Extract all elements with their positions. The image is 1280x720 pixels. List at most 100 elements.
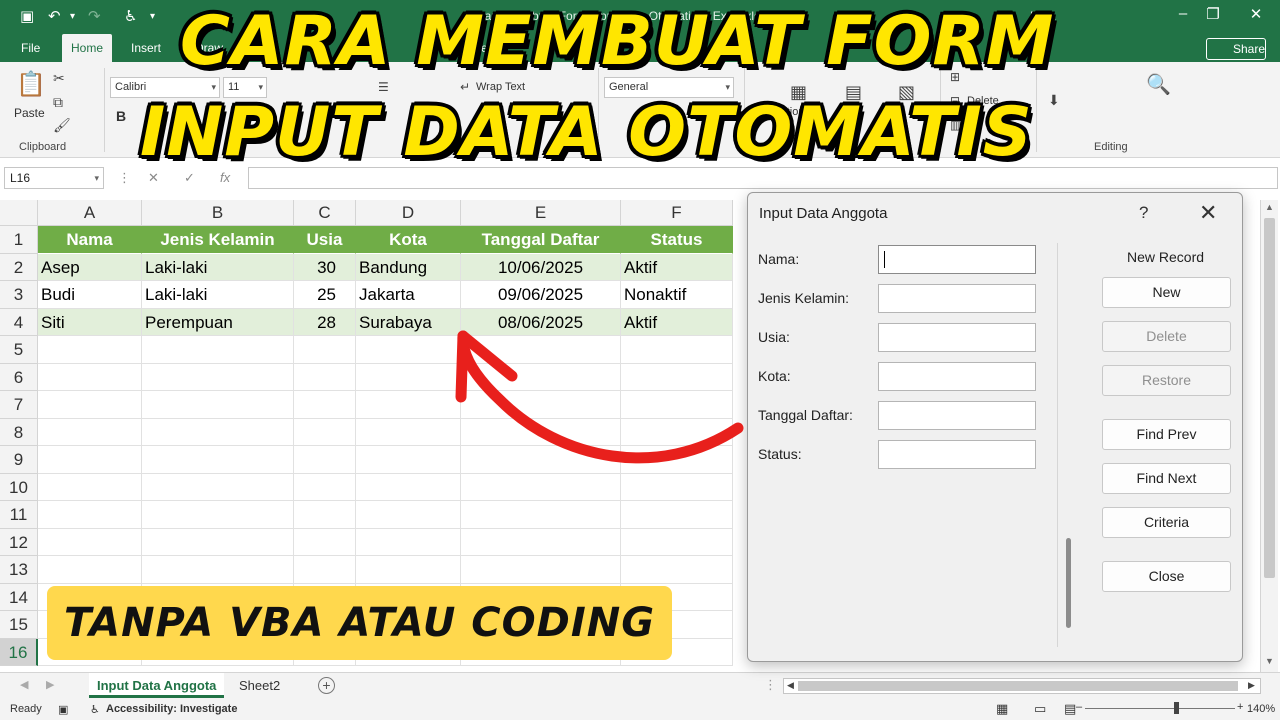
empty-cell[interactable] <box>621 446 733 474</box>
empty-cell[interactable] <box>621 363 733 391</box>
column-header-d[interactable]: D <box>356 200 461 226</box>
cancel-icon[interactable]: ✕ <box>148 170 159 186</box>
empty-cell[interactable] <box>356 336 461 364</box>
zoom-in-icon[interactable]: + <box>1237 701 1243 713</box>
empty-cell[interactable] <box>461 528 621 556</box>
customize-toolbar-icon[interactable]: ▾ <box>150 11 155 22</box>
empty-cell[interactable] <box>38 363 142 391</box>
row-header-14[interactable]: 14 <box>0 583 38 611</box>
add-sheet-icon[interactable]: + <box>318 677 335 694</box>
row-header-11[interactable]: 11 <box>0 501 38 529</box>
delete-button[interactable]: Delete <box>1102 321 1231 352</box>
empty-cell[interactable] <box>621 418 733 446</box>
column-header-e[interactable]: E <box>461 200 621 226</box>
share-button[interactable]: Share <box>1206 38 1266 60</box>
table-cell[interactable]: 25 <box>294 281 356 309</box>
scroll-down-icon[interactable]: ▼ <box>1265 656 1274 666</box>
empty-cell[interactable] <box>461 336 621 364</box>
tab-insert[interactable]: Insert <box>122 34 170 62</box>
redo-icon[interactable]: ↷ <box>88 7 101 25</box>
field-input-tanggal-daftar[interactable] <box>878 401 1036 430</box>
wrap-text-icon[interactable]: ↵ <box>460 80 470 94</box>
close-icon[interactable]: ✕ <box>1199 200 1217 226</box>
cut-icon[interactable]: ✂ <box>53 70 65 87</box>
table-cell[interactable]: Laki-laki <box>142 253 294 281</box>
wrap-text-button[interactable]: Wrap Text <box>476 81 525 93</box>
empty-cell[interactable] <box>356 473 461 501</box>
empty-cell[interactable] <box>461 501 621 529</box>
empty-cell[interactable] <box>294 473 356 501</box>
empty-cell[interactable] <box>142 556 294 584</box>
find-next-button[interactable]: Find Next <box>1102 463 1231 494</box>
empty-cell[interactable] <box>356 363 461 391</box>
table-cell[interactable]: Asep <box>38 253 142 281</box>
save-icon[interactable]: ▣ <box>20 7 34 25</box>
vertical-scroll-thumb[interactable] <box>1264 218 1275 578</box>
scroll-up-icon[interactable]: ▲ <box>1265 202 1274 212</box>
empty-cell[interactable] <box>142 336 294 364</box>
restore-button[interactable]: Restore <box>1102 365 1231 396</box>
empty-cell[interactable] <box>621 556 733 584</box>
empty-cell[interactable] <box>621 391 733 419</box>
empty-cell[interactable] <box>142 418 294 446</box>
insert-function-icon[interactable]: fx <box>220 170 230 185</box>
empty-cell[interactable] <box>142 501 294 529</box>
accessibility-status[interactable]: Accessibility: Investigate <box>106 703 237 715</box>
format-painter-icon[interactable]: 🖌 <box>53 117 71 134</box>
close-button[interactable]: Close <box>1102 561 1231 592</box>
horizontal-scrollbar[interactable]: ◀ ▶ <box>783 678 1261 694</box>
field-input-jenis-kelamin[interactable] <box>878 284 1036 313</box>
table-cell[interactable]: 28 <box>294 308 356 336</box>
empty-cell[interactable] <box>461 473 621 501</box>
empty-cell[interactable] <box>38 336 142 364</box>
empty-cell[interactable] <box>142 363 294 391</box>
empty-cell[interactable] <box>356 418 461 446</box>
empty-cell[interactable] <box>356 391 461 419</box>
table-header-cell[interactable]: Kota <box>356 226 461 254</box>
undo-dropdown-icon[interactable]: ▾ <box>70 11 75 22</box>
empty-cell[interactable] <box>294 446 356 474</box>
empty-cell[interactable] <box>461 556 621 584</box>
column-header-a[interactable]: A <box>38 200 142 226</box>
row-header-10[interactable]: 10 <box>0 473 38 501</box>
new-button[interactable]: New <box>1102 277 1231 308</box>
page-break-view-icon[interactable]: ▤ <box>1064 701 1076 717</box>
record-scrollbar[interactable] <box>1066 538 1071 628</box>
table-cell[interactable]: 10/06/2025 <box>461 253 621 281</box>
row-header-7[interactable]: 7 <box>0 391 38 419</box>
table-cell[interactable]: Surabaya <box>356 308 461 336</box>
row-header-5[interactable]: 5 <box>0 336 38 364</box>
table-cell[interactable]: Jakarta <box>356 281 461 309</box>
field-input-usia[interactable] <box>878 323 1036 352</box>
sheet-tab-sheet2[interactable]: Sheet2 <box>231 673 288 698</box>
empty-cell[interactable] <box>294 363 356 391</box>
tab-home[interactable]: Home <box>62 34 113 62</box>
row-header-4[interactable]: 4 <box>0 308 38 336</box>
accessibility-status-icon[interactable]: ♿ <box>90 703 100 716</box>
table-cell[interactable]: Budi <box>38 281 142 309</box>
row-header-1[interactable]: 1 <box>0 226 38 254</box>
row-header-3[interactable]: 3 <box>0 281 38 309</box>
empty-cell[interactable] <box>38 418 142 446</box>
copy-icon[interactable]: ⧉ <box>53 94 63 111</box>
table-cell[interactable]: 08/06/2025 <box>461 308 621 336</box>
row-header-12[interactable]: 12 <box>0 528 38 556</box>
table-cell[interactable]: 09/06/2025 <box>461 281 621 309</box>
column-header-b[interactable]: B <box>142 200 294 226</box>
undo-icon[interactable]: ↶ <box>48 7 61 25</box>
empty-cell[interactable] <box>294 418 356 446</box>
empty-cell[interactable] <box>294 391 356 419</box>
empty-cell[interactable] <box>142 391 294 419</box>
table-cell[interactable]: Aktif <box>621 308 733 336</box>
empty-cell[interactable] <box>621 501 733 529</box>
vertical-scrollbar[interactable]: ▲ ▼ <box>1260 200 1278 672</box>
zoom-slider[interactable] <box>1085 708 1235 709</box>
paste-label[interactable]: Paste <box>14 106 45 120</box>
table-cell[interactable]: 30 <box>294 253 356 281</box>
field-input-nama[interactable] <box>878 245 1036 274</box>
empty-cell[interactable] <box>294 556 356 584</box>
table-cell[interactable]: Nonaktif <box>621 281 733 309</box>
empty-cell[interactable] <box>461 391 621 419</box>
empty-cell[interactable] <box>38 501 142 529</box>
column-header-c[interactable]: C <box>294 200 356 226</box>
